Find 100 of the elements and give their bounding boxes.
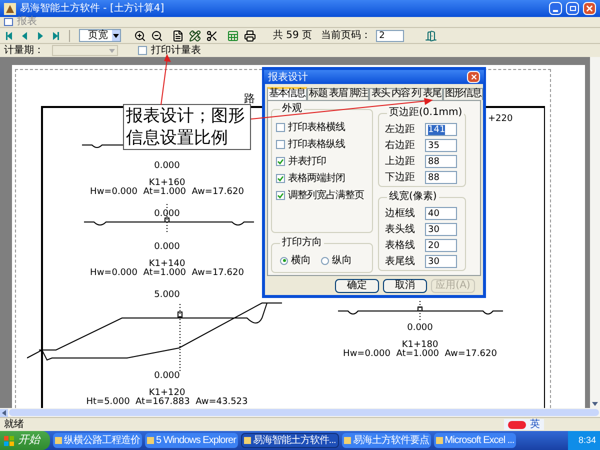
- current-page-field[interactable]: 2: [376, 30, 404, 42]
- station-label: K1+160: [148, 178, 186, 188]
- section-stats: Hw=0.000 At=1.000 Aw=17.620: [90, 187, 244, 197]
- close-button[interactable]: [467, 71, 480, 83]
- field-label: 表头线: [385, 224, 416, 235]
- tab[interactable]: 基本信息: [267, 87, 307, 100]
- windows-logo-icon: [4, 436, 14, 446]
- field-value: 20: [428, 240, 440, 250]
- checkbox[interactable]: [276, 157, 285, 166]
- checkbox[interactable]: [276, 140, 285, 149]
- field-label: 表格线: [385, 240, 416, 251]
- exit-icon[interactable]: [425, 30, 438, 42]
- horizontal-scrollbar[interactable]: [0, 408, 600, 417]
- input-field[interactable]: 30: [425, 255, 457, 268]
- checkbox-label: 并表打印: [288, 156, 326, 167]
- period-label: 计量期：: [4, 45, 44, 56]
- radio-button[interactable]: [280, 256, 288, 264]
- field-value: 30: [428, 224, 440, 234]
- taskbar-button[interactable]: 易海土方软件要点: [342, 433, 431, 448]
- start-button[interactable]: 开始: [0, 431, 50, 450]
- group-title: 页边距(0.1mm): [387, 107, 464, 119]
- close-button[interactable]: [583, 2, 596, 15]
- field-label: 上边距: [385, 156, 416, 167]
- radio-button[interactable]: [321, 256, 329, 264]
- dialog-button[interactable]: 确定: [335, 278, 379, 292]
- zoom-out-icon[interactable]: [151, 30, 163, 42]
- checkbox[interactable]: [276, 174, 285, 183]
- vertical-scrollbar[interactable]: [590, 57, 600, 408]
- field-value: 88: [428, 172, 440, 182]
- group-title: 外观: [280, 103, 304, 115]
- input-field[interactable]: 88: [425, 155, 457, 168]
- previous-page-icon[interactable]: [20, 30, 30, 40]
- zoom-in-icon[interactable]: [134, 30, 146, 42]
- dialog-button[interactable]: 取消: [383, 278, 427, 292]
- caret-icon: [113, 34, 119, 38]
- group-title: 线宽(像素): [387, 191, 439, 203]
- checkbox[interactable]: [276, 123, 285, 132]
- taskbar-button[interactable]: 纵横公路工程造价: [53, 433, 142, 448]
- page-mode-select[interactable]: 页宽: [79, 29, 121, 42]
- caret-icon: [109, 48, 115, 52]
- elevation-label: 0.000: [407, 323, 433, 333]
- field-value: 30: [428, 256, 440, 266]
- document-icon: [4, 18, 13, 26]
- excel-icon[interactable]: [227, 30, 239, 42]
- group-title: 打印方向: [280, 237, 324, 249]
- radio-label: 纵向: [332, 255, 352, 266]
- elevation-label: 5.000: [154, 290, 180, 300]
- field-label: 表尾线: [385, 256, 416, 267]
- minimize-button[interactable]: [549, 2, 562, 15]
- field-value: 40: [428, 208, 440, 218]
- tab[interactable]: 标题 表眉 脚注: [307, 88, 370, 100]
- next-page-icon[interactable]: [35, 30, 45, 40]
- section-stats: Hw=0.000 At=1.000 Aw=17.620: [90, 268, 244, 278]
- report-title: 路: [244, 91, 255, 107]
- checkbox-label: 打印表格横线: [288, 122, 345, 133]
- scroll-down-icon: [592, 402, 598, 406]
- station-label: K1+140: [148, 259, 186, 269]
- design-icon[interactable]: [189, 30, 201, 42]
- input-field[interactable]: 20: [425, 239, 457, 252]
- app-icon: [4, 2, 16, 14]
- checkbox-label: 打印计量表: [151, 45, 201, 56]
- tab[interactable]: 图形信息: [442, 88, 483, 100]
- elevation-label: 0.000: [154, 371, 180, 381]
- field-label: 下边距: [385, 172, 416, 183]
- pointer-arrow: [158, 54, 172, 106]
- tab[interactable]: 表头 内容 列 表尾: [369, 88, 443, 100]
- input-field[interactable]: 40: [425, 207, 457, 220]
- taskbar-button[interactable]: 易海智能土方软件...: [240, 433, 339, 448]
- ime-toolbar[interactable]: 英: [504, 419, 544, 430]
- restore-button[interactable]: [566, 2, 579, 15]
- checkbox-label: 调整列宽占满整页: [288, 190, 364, 201]
- elevation-label: 0.000: [154, 242, 180, 252]
- input-field[interactable]: 141: [425, 123, 457, 136]
- window-title: 易海智能土方软件 - [土方计算4]: [20, 2, 166, 16]
- elevation-label: 0.000: [154, 161, 180, 171]
- input-field[interactable]: 35: [425, 139, 457, 152]
- current-page-label: 当前页码：: [321, 28, 372, 43]
- first-page-icon[interactable]: [5, 30, 15, 40]
- taskbar-button[interactable]: 5 Windows Explorer: [145, 433, 238, 448]
- input-field[interactable]: 30: [425, 223, 457, 236]
- radio-label: 横向: [291, 255, 311, 266]
- checkbox[interactable]: [276, 191, 285, 200]
- checkbox-label: 表格两端封闭: [288, 173, 345, 184]
- input-field[interactable]: 88: [425, 171, 457, 184]
- section-stats: Ht=5.000 At=167.883 Aw=43.523: [86, 397, 248, 407]
- section-stats: Hw=0.000 At=1.000 Aw=17.620: [343, 349, 497, 359]
- station-label: K1+180: [402, 340, 438, 350]
- field-label: 边框线: [385, 208, 416, 219]
- taskbar-button[interactable]: Microsoft Excel ...: [434, 433, 516, 448]
- close-icon: [470, 74, 476, 80]
- page-icon[interactable]: [172, 30, 184, 42]
- last-page-icon[interactable]: [50, 30, 60, 40]
- page-count: 共 59 页: [273, 28, 312, 43]
- column-header: +220: [488, 113, 513, 126]
- callout-note: 报表设计；图形 信息设置比例: [123, 104, 251, 150]
- checkbox[interactable]: [138, 46, 147, 55]
- field-label: 右边距: [385, 140, 416, 151]
- print-icon[interactable]: [244, 30, 256, 42]
- clock: 8:34: [578, 434, 596, 447]
- scroll-left-icon[interactable]: [2, 410, 6, 416]
